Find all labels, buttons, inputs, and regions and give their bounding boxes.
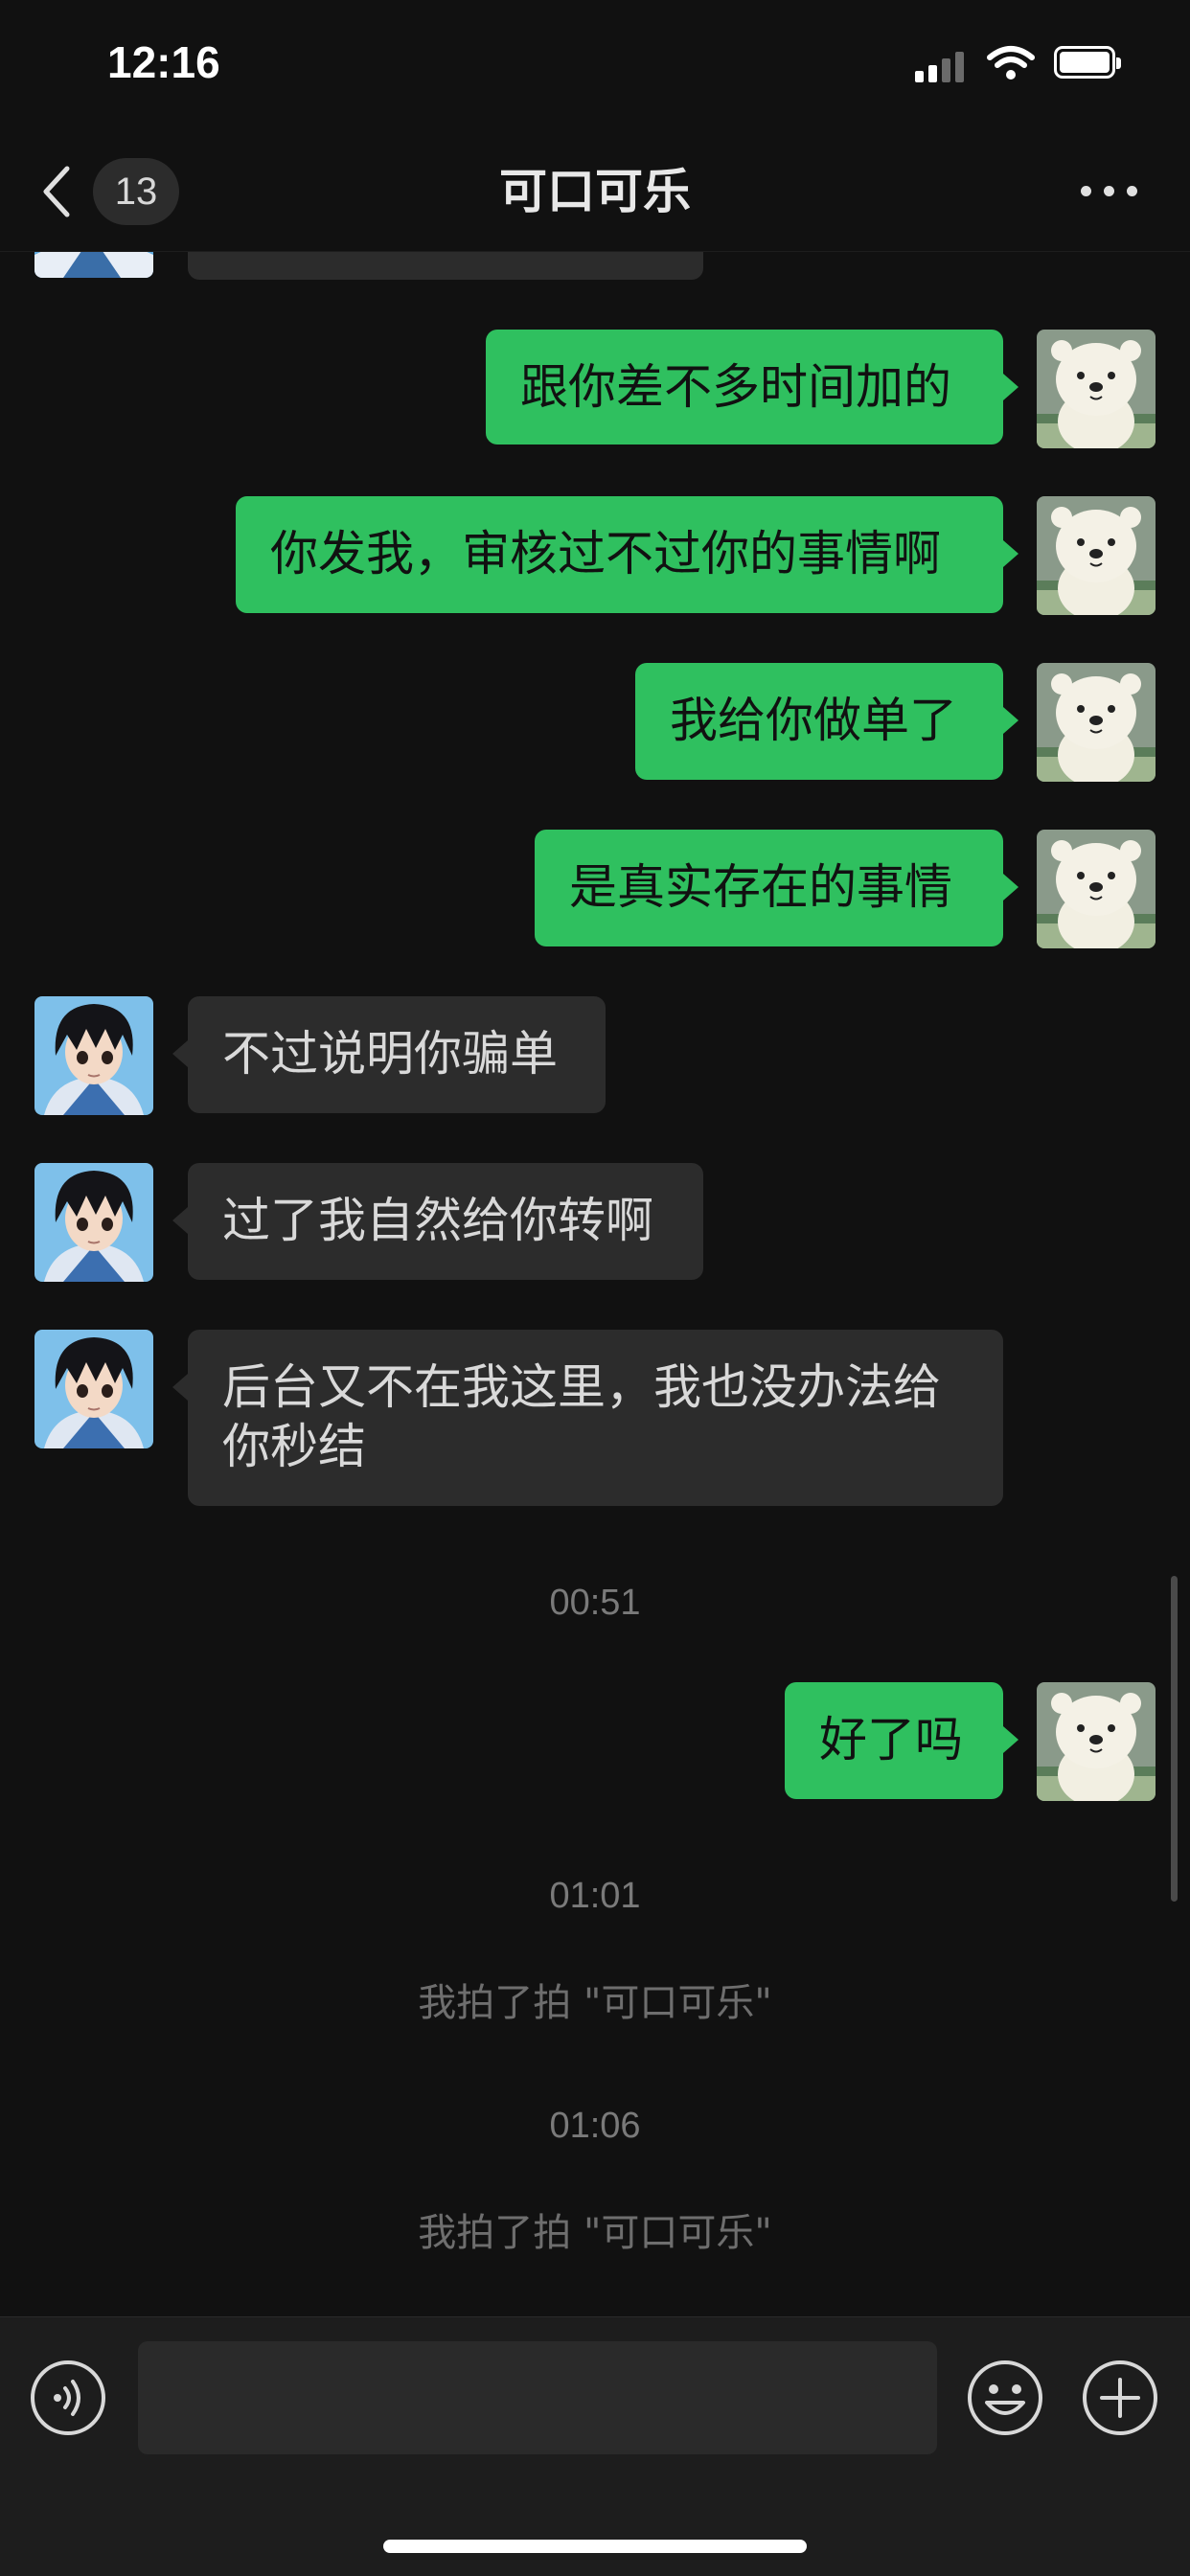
- status-bar: 12:16: [0, 0, 1190, 134]
- contact-avatar[interactable]: [34, 251, 153, 278]
- polar-bear-avatar[interactable]: [1037, 496, 1156, 615]
- emoji-icon[interactable]: [966, 2359, 1044, 2437]
- anime-boy-avatar[interactable]: [34, 1163, 153, 1282]
- message-bubble-outgoing[interactable]: 跟你差不多时间加的: [486, 330, 1003, 445]
- timestamp: 00:51: [549, 1583, 641, 1623]
- polar-bear-avatar[interactable]: [1037, 830, 1156, 948]
- message-bubble-outgoing[interactable]: 我给你做单了: [635, 663, 1003, 780]
- status-time: 12:16: [107, 37, 220, 87]
- input-bar: [0, 2316, 1190, 2576]
- message-bubble-outgoing[interactable]: 你发我，审核过不过你的事情啊: [236, 496, 1003, 613]
- timestamp: 01:01: [549, 1876, 641, 1916]
- message-bubble-incoming[interactable]: 过了我自然给你转啊: [188, 1163, 703, 1280]
- pat-system-message: 我拍了拍 "可口可乐": [418, 2211, 772, 2255]
- message-bubble-outgoing[interactable]: 是真实存在的事情: [535, 830, 1003, 946]
- wifi-icon: [987, 46, 1035, 80]
- voice-icon[interactable]: [29, 2359, 107, 2437]
- polar-bear-avatar[interactable]: [1037, 330, 1156, 448]
- message-bubble-outgoing[interactable]: 好了吗: [785, 1682, 1003, 1799]
- message-bubble-partial[interactable]: [188, 251, 703, 280]
- polar-bear-avatar[interactable]: [1037, 1682, 1156, 1801]
- anime-boy-avatar[interactable]: [34, 1330, 153, 1448]
- timestamp: 01:06: [549, 2106, 641, 2146]
- more-icon[interactable]: [1081, 184, 1138, 199]
- chat-header: 13 可口可乐: [0, 134, 1190, 252]
- message-bubble-incoming[interactable]: 不过说明你骗单: [188, 996, 606, 1113]
- chat-title: 可口可乐: [499, 164, 691, 219]
- message-bubble-incoming[interactable]: 后台又不在我这里，我也没办法给你秒结: [188, 1330, 1003, 1506]
- scrollbar[interactable]: [1171, 1576, 1178, 1902]
- battery-icon: [1054, 46, 1121, 79]
- anime-boy-avatar[interactable]: [34, 996, 153, 1115]
- polar-bear-avatar[interactable]: [1037, 663, 1156, 782]
- plus-icon[interactable]: [1081, 2359, 1159, 2437]
- pat-system-message: 我拍了拍 "可口可乐": [418, 1981, 772, 2025]
- home-indicator[interactable]: [383, 2540, 807, 2553]
- message-input[interactable]: [138, 2341, 937, 2454]
- message-list[interactable]: 跟你差不多时间加的 你发我，审核过不过你的事情啊 我给你做单了 是真实存在的事情…: [0, 251, 1190, 2316]
- cellular-signal-icon: [915, 50, 967, 82]
